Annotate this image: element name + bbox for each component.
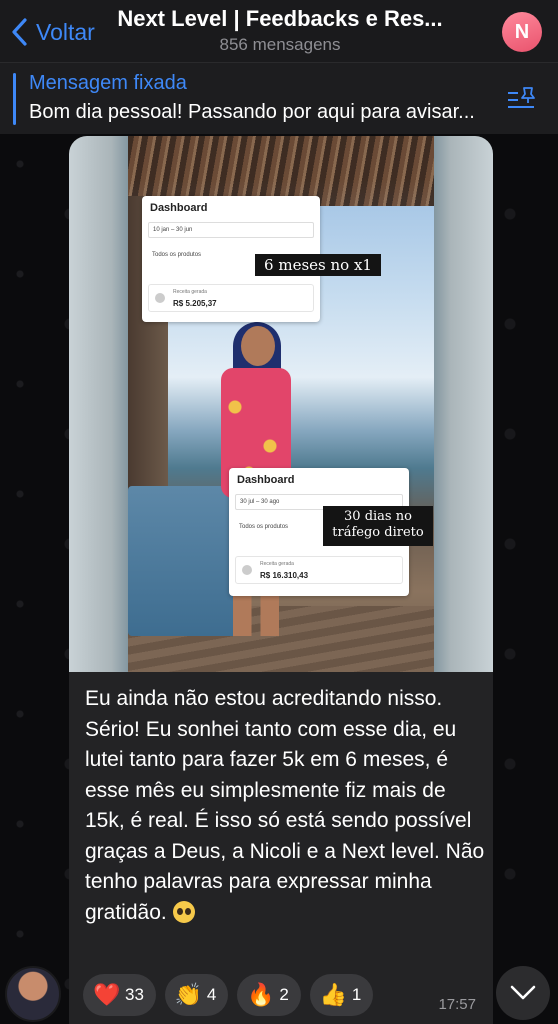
reaction-count: 1 (351, 985, 362, 1004)
reaction-thumbs-up[interactable]: 👍 1 (309, 974, 374, 1016)
back-label: Voltar (36, 18, 95, 45)
scroll-down-button[interactable] (496, 966, 550, 1020)
pleading-face-emoji-icon (172, 900, 195, 923)
chevron-down-icon (510, 985, 536, 1000)
reactions-row: ❤️ 33 👏 4 🔥 2 👍 1 (83, 974, 374, 1016)
reaction-heart[interactable]: ❤️ 33 (83, 974, 156, 1016)
pinned-indicator (13, 73, 16, 125)
chevron-left-icon (12, 18, 27, 46)
dashboard-revenue: Receita gerada R$ 5.205,37 (148, 284, 314, 312)
caption-6-meses: 6 meses no x1 (255, 254, 381, 276)
reaction-count: 4 (206, 985, 217, 1004)
pinned-message-bar[interactable]: Mensagem fixada Bom dia pessoal! Passand… (0, 62, 558, 134)
dashboard-period: 10 jan – 30 jun (148, 222, 314, 238)
dashboard-revenue: Receita gerada R$ 16.310,43 (235, 556, 403, 584)
reaction-clap[interactable]: 👏 4 (164, 974, 229, 1016)
pinned-label: Mensagem fixada (29, 72, 187, 94)
message-bubble[interactable]: Dashboard 10 jan – 30 jun Todos os produ… (69, 136, 493, 1024)
message-photo[interactable]: Dashboard 10 jan – 30 jun Todos os produ… (69, 136, 493, 672)
message-count: 856 mensagens (219, 35, 341, 54)
thumbs-up-icon: 👍 (319, 982, 348, 1007)
dashboard-products: Todos os produtos (239, 524, 289, 530)
chat-title-area[interactable]: Next Level | Feedbacks e Res... 856 mens… (100, 6, 460, 55)
clap-icon: 👏 (174, 982, 203, 1007)
reaction-fire[interactable]: 🔥 2 (237, 974, 301, 1016)
reaction-count: 2 (279, 985, 289, 1004)
caption-30-dias: 30 dias no tráfego direto (323, 506, 433, 546)
chat-title: Next Level | Feedbacks e Res... (117, 6, 443, 31)
dashboard-title: Dashboard (150, 202, 208, 214)
pinned-list-icon[interactable] (506, 85, 538, 113)
dashboard-products: Todos os produtos (152, 252, 202, 258)
message-time: 17:57 (438, 996, 476, 1013)
group-avatar[interactable]: N (502, 12, 542, 52)
message-text: Eu ainda não estou acreditando nisso. Sé… (85, 684, 485, 928)
back-button[interactable]: Voltar (8, 14, 95, 50)
chat-header: Voltar Next Level | Feedbacks e Res... 8… (0, 0, 558, 62)
heart-icon: ❤️ (93, 982, 121, 1007)
message-body: Eu ainda não estou acreditando nisso. Sé… (85, 687, 485, 924)
pinned-text: Bom dia pessoal! Passando por aqui para … (29, 101, 475, 123)
fire-icon: 🔥 (247, 982, 275, 1007)
dashboard-title: Dashboard (237, 474, 295, 486)
reaction-count: 33 (125, 985, 144, 1004)
sender-avatar[interactable] (5, 966, 61, 1022)
